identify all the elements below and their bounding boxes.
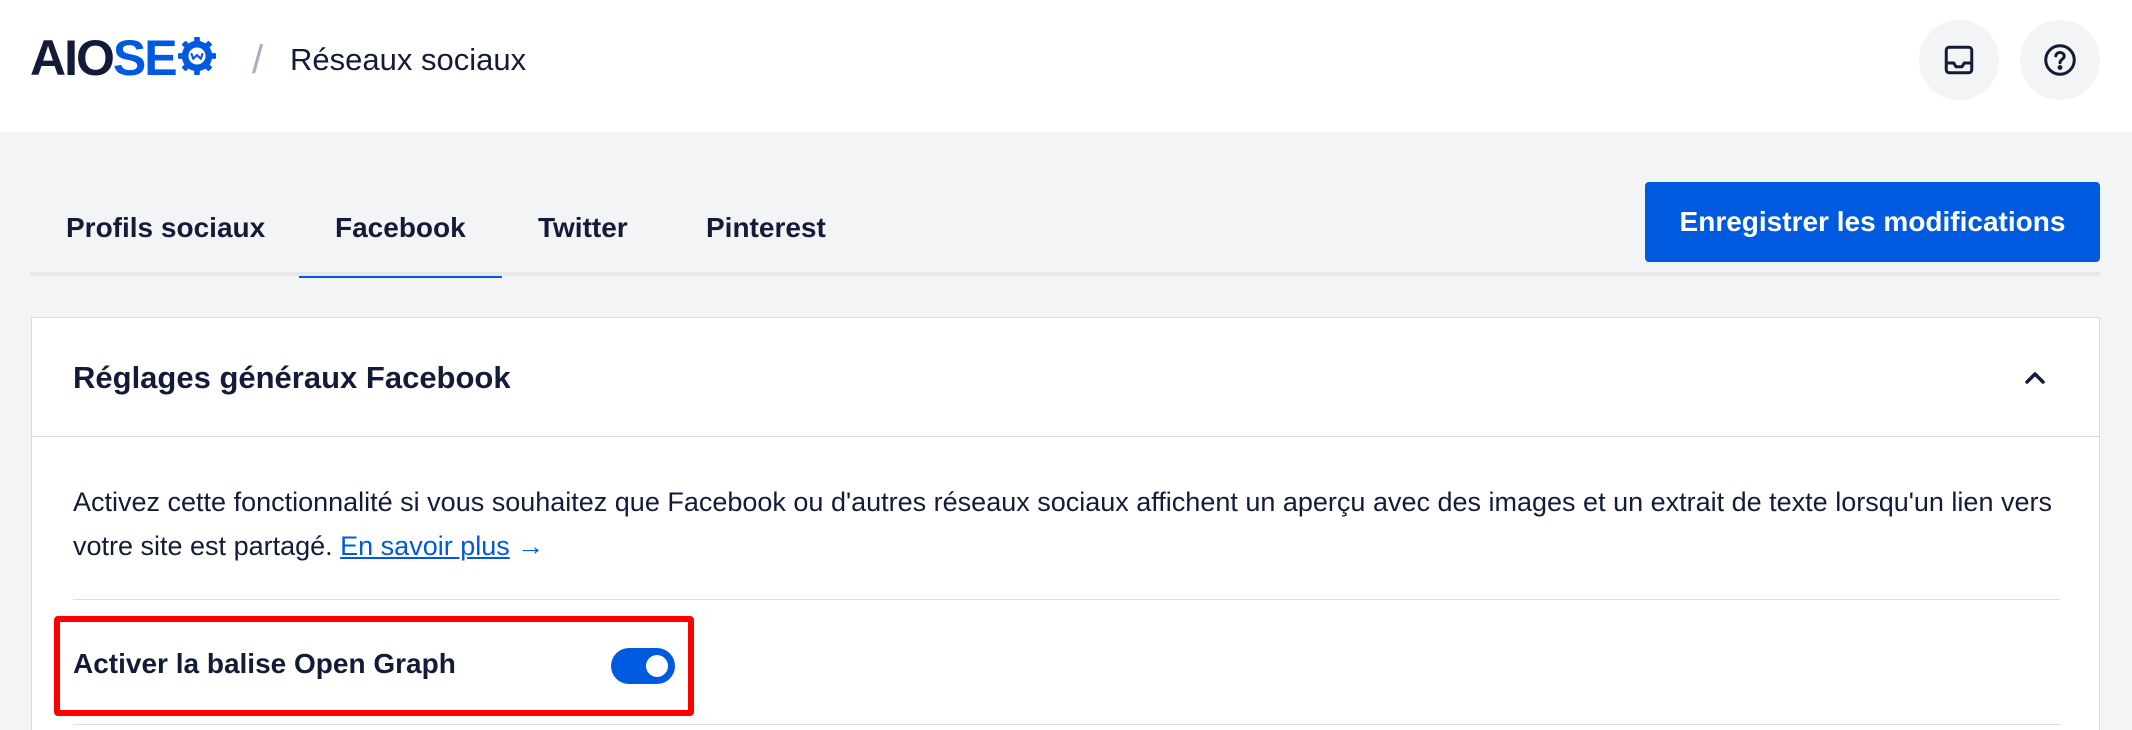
chevron-up-icon[interactable]: [2019, 362, 2051, 394]
open-graph-label: Activer la balise Open Graph: [73, 648, 456, 679]
tab-profils-sociaux[interactable]: Profils sociaux: [66, 212, 265, 244]
card-title: Réglages généraux Facebook: [73, 360, 511, 395]
breadcrumb-current: Réseaux sociaux: [290, 42, 527, 77]
facebook-settings-card: Réglages généraux Facebook Activez cette…: [31, 317, 2100, 730]
open-graph-toggle[interactable]: [611, 648, 675, 684]
tab-pinterest[interactable]: Pinterest: [706, 212, 826, 244]
logo-seo-text: SE: [112, 30, 178, 86]
gear-icon: [177, 37, 216, 75]
tab-facebook[interactable]: Facebook: [299, 212, 502, 278]
divider: [73, 724, 2060, 725]
learn-more-link[interactable]: En savoir plus: [340, 531, 510, 561]
divider: [73, 599, 2060, 600]
card-header[interactable]: Réglages généraux Facebook: [32, 318, 2099, 437]
inbox-icon: [1944, 45, 1974, 75]
help-button[interactable]: [2020, 20, 2100, 100]
tab-bar-underline: [30, 272, 2100, 276]
top-bar: AIO SE / Réseaux sociaux: [0, 0, 2132, 132]
arrow-right-icon: →: [517, 531, 545, 561]
notifications-button[interactable]: [1919, 20, 1999, 100]
card-description: Activez cette fonctionnalité si vous sou…: [73, 480, 2063, 568]
logo-aio-text: AIO: [30, 30, 115, 86]
toggle-knob: [646, 655, 668, 677]
breadcrumb-separator: /: [252, 38, 264, 82]
aioseo-logo[interactable]: AIO SE: [30, 30, 216, 86]
tab-twitter[interactable]: Twitter: [538, 212, 628, 244]
help-icon: [2044, 44, 2076, 76]
save-changes-button[interactable]: Enregistrer les modifications: [1645, 182, 2100, 262]
